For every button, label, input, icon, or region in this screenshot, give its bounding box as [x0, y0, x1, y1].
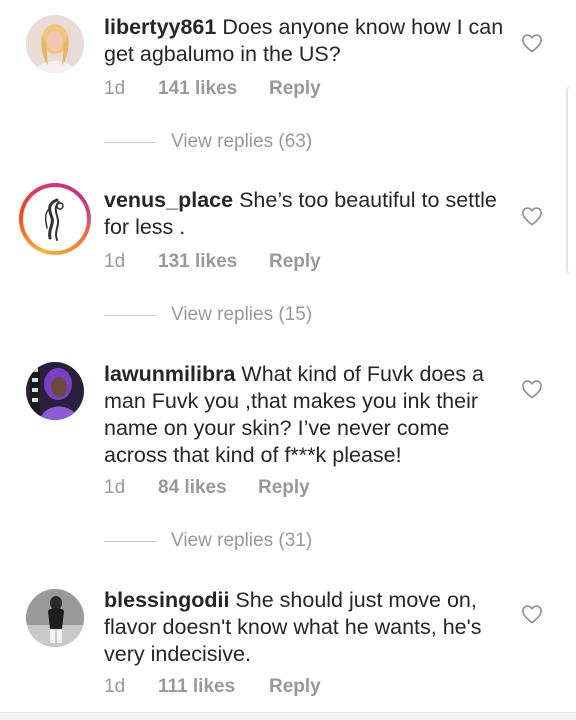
comment-text: venus_place She’s too beautiful to settl… — [104, 187, 509, 241]
view-replies-divider — [104, 315, 156, 316]
comment-username[interactable]: lawunmilibra — [104, 362, 235, 386]
comment-likes[interactable]: 111 likes — [158, 676, 235, 698]
view-replies-link[interactable]: View replies (15) — [104, 304, 404, 328]
comment-time: 1d — [104, 676, 126, 697]
reply-button[interactable]: Reply — [269, 78, 321, 100]
comment-text: libertyy861 Does anyone know how I can g… — [104, 14, 509, 68]
view-replies-label[interactable]: View replies (63) — [171, 131, 312, 153]
avatar-inner — [23, 187, 87, 251]
view-replies-link[interactable]: View replies (63) — [104, 131, 404, 155]
comment-time: 1d — [104, 251, 126, 272]
hair-logo-icon — [26, 190, 84, 248]
like-heart-icon[interactable] — [521, 379, 543, 399]
comment-text: blessingodii She should just move on, fl… — [104, 587, 509, 668]
comment-likes[interactable]: 84 likes — [158, 477, 227, 499]
view-replies-divider — [104, 142, 156, 143]
like-heart-icon[interactable] — [521, 206, 543, 226]
reply-button[interactable]: Reply — [269, 676, 321, 698]
like-heart-icon[interactable] — [521, 604, 543, 624]
user-photo-icon — [26, 15, 84, 73]
comment-likes[interactable]: 141 likes — [158, 78, 237, 100]
scrollbar[interactable] — [566, 85, 576, 275]
view-replies-label[interactable]: View replies (31) — [171, 530, 312, 552]
reply-button[interactable]: Reply — [258, 477, 310, 499]
view-replies-link[interactable]: View replies (31) — [104, 530, 404, 554]
bottom-divider — [0, 712, 576, 720]
comment-text: lawunmilibra What kind of Fuvk does a ma… — [104, 361, 509, 469]
purple-photo-icon — [26, 362, 84, 420]
grayscale-photo-icon — [26, 589, 84, 647]
like-heart-icon[interactable] — [521, 33, 543, 53]
comment-time: 1d — [104, 477, 126, 498]
avatar[interactable] — [26, 15, 84, 73]
comment-username[interactable]: blessingodii — [104, 588, 229, 612]
comment-username[interactable]: venus_place — [104, 188, 233, 212]
reply-button[interactable]: Reply — [269, 251, 321, 273]
comment-likes[interactable]: 131 likes — [158, 251, 237, 273]
avatar[interactable] — [26, 362, 84, 420]
avatar[interactable] — [26, 589, 84, 647]
view-replies-divider — [104, 541, 156, 542]
comment-time: 1d — [104, 78, 126, 99]
view-replies-label[interactable]: View replies (15) — [171, 304, 312, 326]
avatar[interactable] — [19, 183, 91, 255]
comment-username[interactable]: libertyy861 — [104, 15, 216, 39]
